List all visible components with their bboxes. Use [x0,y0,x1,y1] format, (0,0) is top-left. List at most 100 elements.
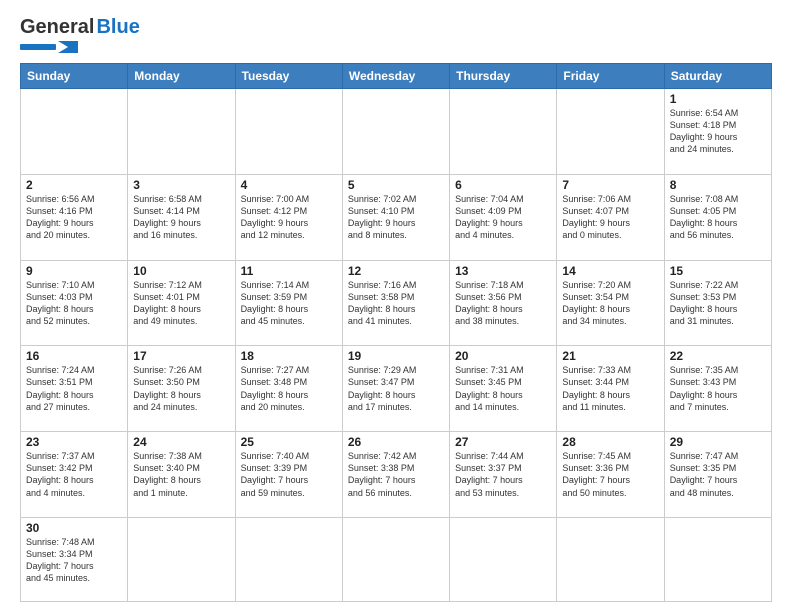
day-number: 26 [348,435,444,449]
day-number: 23 [26,435,122,449]
day-info: Sunrise: 7:00 AM Sunset: 4:12 PM Dayligh… [241,193,337,242]
page: General Blue SundayMondayTuesdayWednesda… [0,0,792,612]
calendar-cell: 29Sunrise: 7:47 AM Sunset: 3:35 PM Dayli… [664,432,771,518]
weekday-header-tuesday: Tuesday [235,64,342,89]
day-info: Sunrise: 7:22 AM Sunset: 3:53 PM Dayligh… [670,279,766,328]
day-number: 24 [133,435,229,449]
calendar-cell [450,517,557,601]
logo-blue-text: Blue [96,16,139,39]
day-info: Sunrise: 7:04 AM Sunset: 4:09 PM Dayligh… [455,193,551,242]
day-number: 21 [562,349,658,363]
logo-icon [20,39,80,55]
day-info: Sunrise: 6:56 AM Sunset: 4:16 PM Dayligh… [26,193,122,242]
calendar-cell [128,517,235,601]
calendar-cell: 12Sunrise: 7:16 AM Sunset: 3:58 PM Dayli… [342,260,449,346]
calendar-cell: 19Sunrise: 7:29 AM Sunset: 3:47 PM Dayli… [342,346,449,432]
calendar-cell: 22Sunrise: 7:35 AM Sunset: 3:43 PM Dayli… [664,346,771,432]
day-info: Sunrise: 7:37 AM Sunset: 3:42 PM Dayligh… [26,450,122,499]
day-number: 12 [348,264,444,278]
day-number: 29 [670,435,766,449]
header: General Blue [20,16,772,55]
day-number: 20 [455,349,551,363]
weekday-header-thursday: Thursday [450,64,557,89]
day-info: Sunrise: 7:08 AM Sunset: 4:05 PM Dayligh… [670,193,766,242]
calendar-cell: 18Sunrise: 7:27 AM Sunset: 3:48 PM Dayli… [235,346,342,432]
day-number: 5 [348,178,444,192]
day-info: Sunrise: 6:54 AM Sunset: 4:18 PM Dayligh… [670,107,766,156]
day-info: Sunrise: 7:48 AM Sunset: 3:34 PM Dayligh… [26,536,122,585]
calendar-cell: 7Sunrise: 7:06 AM Sunset: 4:07 PM Daylig… [557,174,664,260]
week-row-2: 2Sunrise: 6:56 AM Sunset: 4:16 PM Daylig… [21,174,772,260]
calendar-cell [450,89,557,175]
day-number: 13 [455,264,551,278]
weekday-header-saturday: Saturday [664,64,771,89]
day-info: Sunrise: 7:24 AM Sunset: 3:51 PM Dayligh… [26,364,122,413]
day-number: 30 [26,521,122,535]
day-number: 4 [241,178,337,192]
calendar-cell [342,89,449,175]
weekday-header-sunday: Sunday [21,64,128,89]
week-row-5: 23Sunrise: 7:37 AM Sunset: 3:42 PM Dayli… [21,432,772,518]
day-number: 2 [26,178,122,192]
day-number: 27 [455,435,551,449]
day-info: Sunrise: 7:18 AM Sunset: 3:56 PM Dayligh… [455,279,551,328]
day-info: Sunrise: 7:40 AM Sunset: 3:39 PM Dayligh… [241,450,337,499]
day-info: Sunrise: 7:26 AM Sunset: 3:50 PM Dayligh… [133,364,229,413]
calendar-cell: 4Sunrise: 7:00 AM Sunset: 4:12 PM Daylig… [235,174,342,260]
day-number: 18 [241,349,337,363]
weekday-header-friday: Friday [557,64,664,89]
week-row-6: 30Sunrise: 7:48 AM Sunset: 3:34 PM Dayli… [21,517,772,601]
day-number: 16 [26,349,122,363]
calendar-cell [235,89,342,175]
day-info: Sunrise: 7:20 AM Sunset: 3:54 PM Dayligh… [562,279,658,328]
calendar-cell: 24Sunrise: 7:38 AM Sunset: 3:40 PM Dayli… [128,432,235,518]
day-info: Sunrise: 7:33 AM Sunset: 3:44 PM Dayligh… [562,364,658,413]
day-number: 11 [241,264,337,278]
day-info: Sunrise: 6:58 AM Sunset: 4:14 PM Dayligh… [133,193,229,242]
day-info: Sunrise: 7:27 AM Sunset: 3:48 PM Dayligh… [241,364,337,413]
calendar-cell: 27Sunrise: 7:44 AM Sunset: 3:37 PM Dayli… [450,432,557,518]
calendar-cell: 2Sunrise: 6:56 AM Sunset: 4:16 PM Daylig… [21,174,128,260]
day-number: 8 [670,178,766,192]
day-number: 6 [455,178,551,192]
week-row-1: 1Sunrise: 6:54 AM Sunset: 4:18 PM Daylig… [21,89,772,175]
day-info: Sunrise: 7:06 AM Sunset: 4:07 PM Dayligh… [562,193,658,242]
calendar-cell: 8Sunrise: 7:08 AM Sunset: 4:05 PM Daylig… [664,174,771,260]
calendar-cell: 25Sunrise: 7:40 AM Sunset: 3:39 PM Dayli… [235,432,342,518]
day-number: 10 [133,264,229,278]
calendar-cell [342,517,449,601]
logo: General Blue [20,16,140,55]
calendar-cell: 11Sunrise: 7:14 AM Sunset: 3:59 PM Dayli… [235,260,342,346]
calendar-cell: 28Sunrise: 7:45 AM Sunset: 3:36 PM Dayli… [557,432,664,518]
calendar-cell [21,89,128,175]
calendar-cell [128,89,235,175]
day-info: Sunrise: 7:12 AM Sunset: 4:01 PM Dayligh… [133,279,229,328]
day-number: 15 [670,264,766,278]
calendar-cell: 13Sunrise: 7:18 AM Sunset: 3:56 PM Dayli… [450,260,557,346]
day-info: Sunrise: 7:16 AM Sunset: 3:58 PM Dayligh… [348,279,444,328]
day-number: 19 [348,349,444,363]
week-row-4: 16Sunrise: 7:24 AM Sunset: 3:51 PM Dayli… [21,346,772,432]
calendar-cell: 5Sunrise: 7:02 AM Sunset: 4:10 PM Daylig… [342,174,449,260]
calendar-cell [664,517,771,601]
calendar-cell: 10Sunrise: 7:12 AM Sunset: 4:01 PM Dayli… [128,260,235,346]
calendar-cell [557,89,664,175]
calendar-cell: 26Sunrise: 7:42 AM Sunset: 3:38 PM Dayli… [342,432,449,518]
day-info: Sunrise: 7:38 AM Sunset: 3:40 PM Dayligh… [133,450,229,499]
day-number: 1 [670,92,766,106]
weekday-header-monday: Monday [128,64,235,89]
day-info: Sunrise: 7:44 AM Sunset: 3:37 PM Dayligh… [455,450,551,499]
calendar-cell: 3Sunrise: 6:58 AM Sunset: 4:14 PM Daylig… [128,174,235,260]
calendar-cell: 6Sunrise: 7:04 AM Sunset: 4:09 PM Daylig… [450,174,557,260]
day-info: Sunrise: 7:02 AM Sunset: 4:10 PM Dayligh… [348,193,444,242]
day-info: Sunrise: 7:42 AM Sunset: 3:38 PM Dayligh… [348,450,444,499]
day-info: Sunrise: 7:10 AM Sunset: 4:03 PM Dayligh… [26,279,122,328]
calendar-cell: 14Sunrise: 7:20 AM Sunset: 3:54 PM Dayli… [557,260,664,346]
calendar-cell: 20Sunrise: 7:31 AM Sunset: 3:45 PM Dayli… [450,346,557,432]
day-number: 22 [670,349,766,363]
calendar-cell: 23Sunrise: 7:37 AM Sunset: 3:42 PM Dayli… [21,432,128,518]
day-info: Sunrise: 7:31 AM Sunset: 3:45 PM Dayligh… [455,364,551,413]
day-info: Sunrise: 7:29 AM Sunset: 3:47 PM Dayligh… [348,364,444,413]
calendar-cell: 17Sunrise: 7:26 AM Sunset: 3:50 PM Dayli… [128,346,235,432]
weekday-header-row: SundayMondayTuesdayWednesdayThursdayFrid… [21,64,772,89]
